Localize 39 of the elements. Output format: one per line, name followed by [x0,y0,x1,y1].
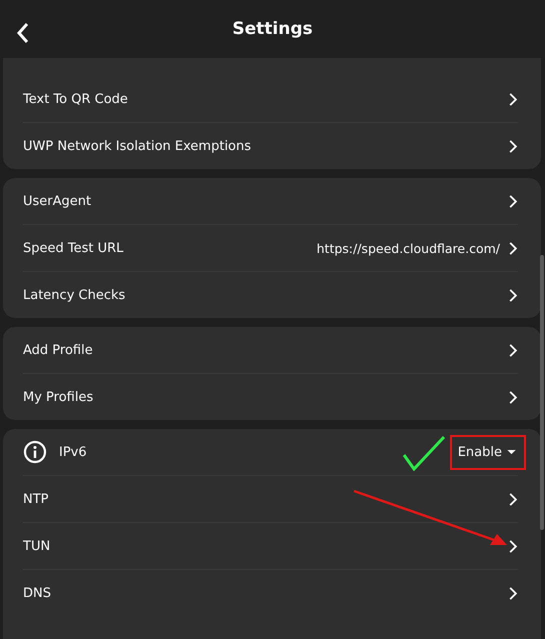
settings-row[interactable]: My Profiles [23,374,518,420]
chevron-right-icon [508,342,518,358]
row-label: Add Profile [23,342,93,358]
page-title: Settings [232,19,313,39]
settings-row[interactable]: Add Profile [23,327,518,373]
row-label: DNS [23,586,51,600]
settings-row[interactable]: UWP Network Isolation Exemptions [23,123,518,169]
settings-row[interactable]: DNS [23,570,518,616]
row-label: Speed Test URL [23,240,124,256]
settings-row[interactable]: Speed Test URL https://speed.cloudflare.com/ [23,225,518,271]
row-label: My Profiles [23,390,94,404]
caret-icon [507,450,516,454]
row-label: UWP Network Isolation Exemptions [23,138,252,154]
dropdown-button[interactable]: Enable [456,440,518,464]
chevron-right-icon [508,92,518,106]
scrollbar[interactable] [540,255,544,530]
row-value: https://speed.cloudflare.com/ [316,240,500,256]
chevron-right-icon [508,586,518,600]
settings-row[interactable]: Text To QR Code [23,76,518,122]
settings-row[interactable]: Latency Checks [23,272,518,318]
row-label: IPv6 [59,444,87,460]
settings-row[interactable]: UserAgent [23,178,518,224]
row-label: Latency Checks [23,288,126,302]
row-label: TUN [23,538,50,554]
row-label: UserAgent [23,194,92,208]
row-label: NTP [23,492,49,506]
settings-row[interactable]: NTP [23,476,518,522]
settings-row[interactable]: TUN [23,523,518,569]
chevron-right-icon [508,194,518,208]
chevron-right-icon [508,288,518,302]
chevron-right-icon [508,538,518,554]
chevron-right-icon [508,240,518,256]
chevron-right-icon [508,492,518,506]
chevron-right-icon [508,138,518,154]
chevron-right-icon [508,390,518,404]
back-icon[interactable] [16,22,30,44]
info-icon [23,440,47,464]
check-mark-icon [402,435,446,471]
row-label: Text To QR Code [23,92,128,106]
